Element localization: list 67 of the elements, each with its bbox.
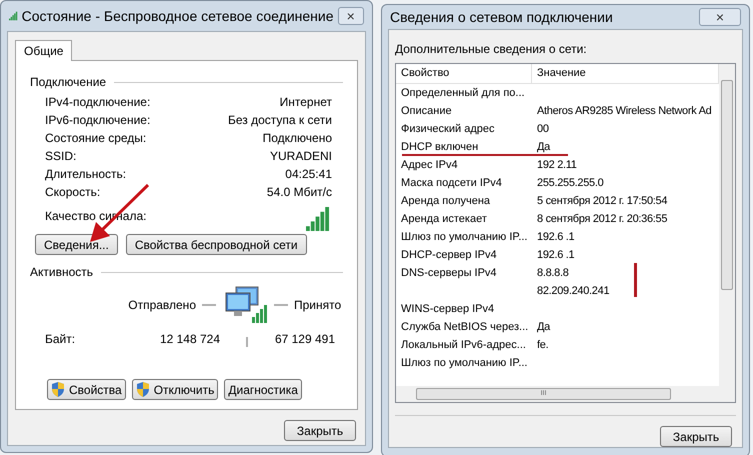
details-button[interactable]: Свойства беспроводной сети [126, 234, 307, 255]
close-button[interactable]: × [338, 7, 364, 25]
property-cell: Локальный IPv6-адрес... [401, 338, 526, 351]
field-value: Без доступа к сети [228, 112, 332, 129]
field-label: IPv4-подключение: [45, 94, 150, 111]
field-value: Интернет [280, 94, 332, 111]
value-cell: 5 сентября 2012 г. 17:50:54 [537, 194, 668, 207]
property-cell: Шлюз по умолчанию IP... [401, 230, 528, 243]
field-label: Скорость: [45, 184, 100, 201]
value-cell: 8 сентября 2012 г. 20:36:55 [537, 212, 668, 225]
section-heading: Подключение [30, 74, 106, 91]
property-cell: Описание [401, 104, 452, 117]
field-label: Состояние среды: [45, 130, 146, 147]
field-value: Подключено [262, 130, 332, 147]
bytes-label: Байт: [45, 331, 76, 348]
property-cell: DNS-серверы IPv4 [401, 266, 497, 279]
field-value: YURADENI [270, 148, 332, 165]
field-label: Длительность: [45, 166, 126, 183]
details-button[interactable]: Сведения... [35, 234, 118, 255]
window-title: Состояние - Беспроводное сетевое соединение [22, 6, 334, 26]
field-label: IPv6-подключение: [45, 112, 150, 129]
signal-bars-icon [304, 207, 332, 231]
property-cell: Определенный для по... [401, 86, 525, 99]
property-cell: Служба NetBIOS через... [401, 320, 528, 333]
section-heading: Активность [30, 264, 94, 281]
bytes-sent: 12 148 724 [158, 331, 220, 348]
field-value: 04:25:41 [285, 166, 332, 183]
field-label: SSID: [45, 148, 76, 165]
action-button[interactable]: Свойства [47, 379, 126, 400]
close-button[interactable]: × [699, 8, 741, 26]
caption: Дополнительные сведения о сети: [395, 41, 588, 58]
window-title: Сведения о сетевом подключении [390, 8, 614, 27]
value-cell: 192.6 .1 [537, 248, 574, 261]
property-cell: Маска подсети IPv4 [401, 176, 502, 189]
property-cell: Аренда получена [401, 194, 490, 207]
property-cell: Адрес IPv4 [401, 158, 458, 171]
value-cell: 255.255.255.0 [537, 176, 604, 189]
property-cell: WINS-сервер IPv4 [401, 302, 494, 315]
tab[interactable]: Общие [15, 40, 72, 61]
column-header[interactable]: Свойство [396, 64, 532, 83]
property-cell: Физический адрес [401, 122, 494, 135]
value-cell: Да [537, 320, 550, 333]
value-cell: 192 2.11 [537, 158, 577, 171]
close-button[interactable]: Закрыть [660, 426, 732, 447]
shield-icon [136, 382, 150, 397]
value-cell: Atheros AR9285 Wireless Network Ad [537, 104, 712, 117]
property-cell: DHCP-сервер IPv4 [401, 248, 497, 261]
vertical-scrollbar[interactable] [719, 64, 735, 386]
signal-bars-icon [9, 9, 18, 23]
property-cell: Шлюз по умолчанию IP... [401, 356, 528, 369]
close-button[interactable]: Закрыть [284, 420, 356, 441]
received-label: Принято [294, 297, 342, 314]
value-cell: 192.6 .1 [537, 230, 574, 243]
value-cell: 8.8.8.8 [537, 266, 569, 279]
shield-icon [51, 382, 65, 397]
value-cell: 82.209.240.241 [537, 284, 610, 297]
bytes-received: 67 129 491 [274, 331, 335, 348]
annotation-mark [634, 263, 637, 297]
property-cell: Аренда истекает [401, 212, 487, 225]
field-value: 54.0 Мбит/с [266, 184, 332, 201]
value-cell: Да [537, 140, 550, 153]
value-cell: 00 [537, 122, 549, 135]
property-cell: DHCP включен [401, 140, 478, 153]
sent-label: Отправлено [127, 297, 196, 314]
value-cell: fe. [537, 338, 548, 351]
action-button[interactable]: Диагностика [224, 379, 302, 400]
action-button[interactable]: Отключить [132, 379, 218, 400]
